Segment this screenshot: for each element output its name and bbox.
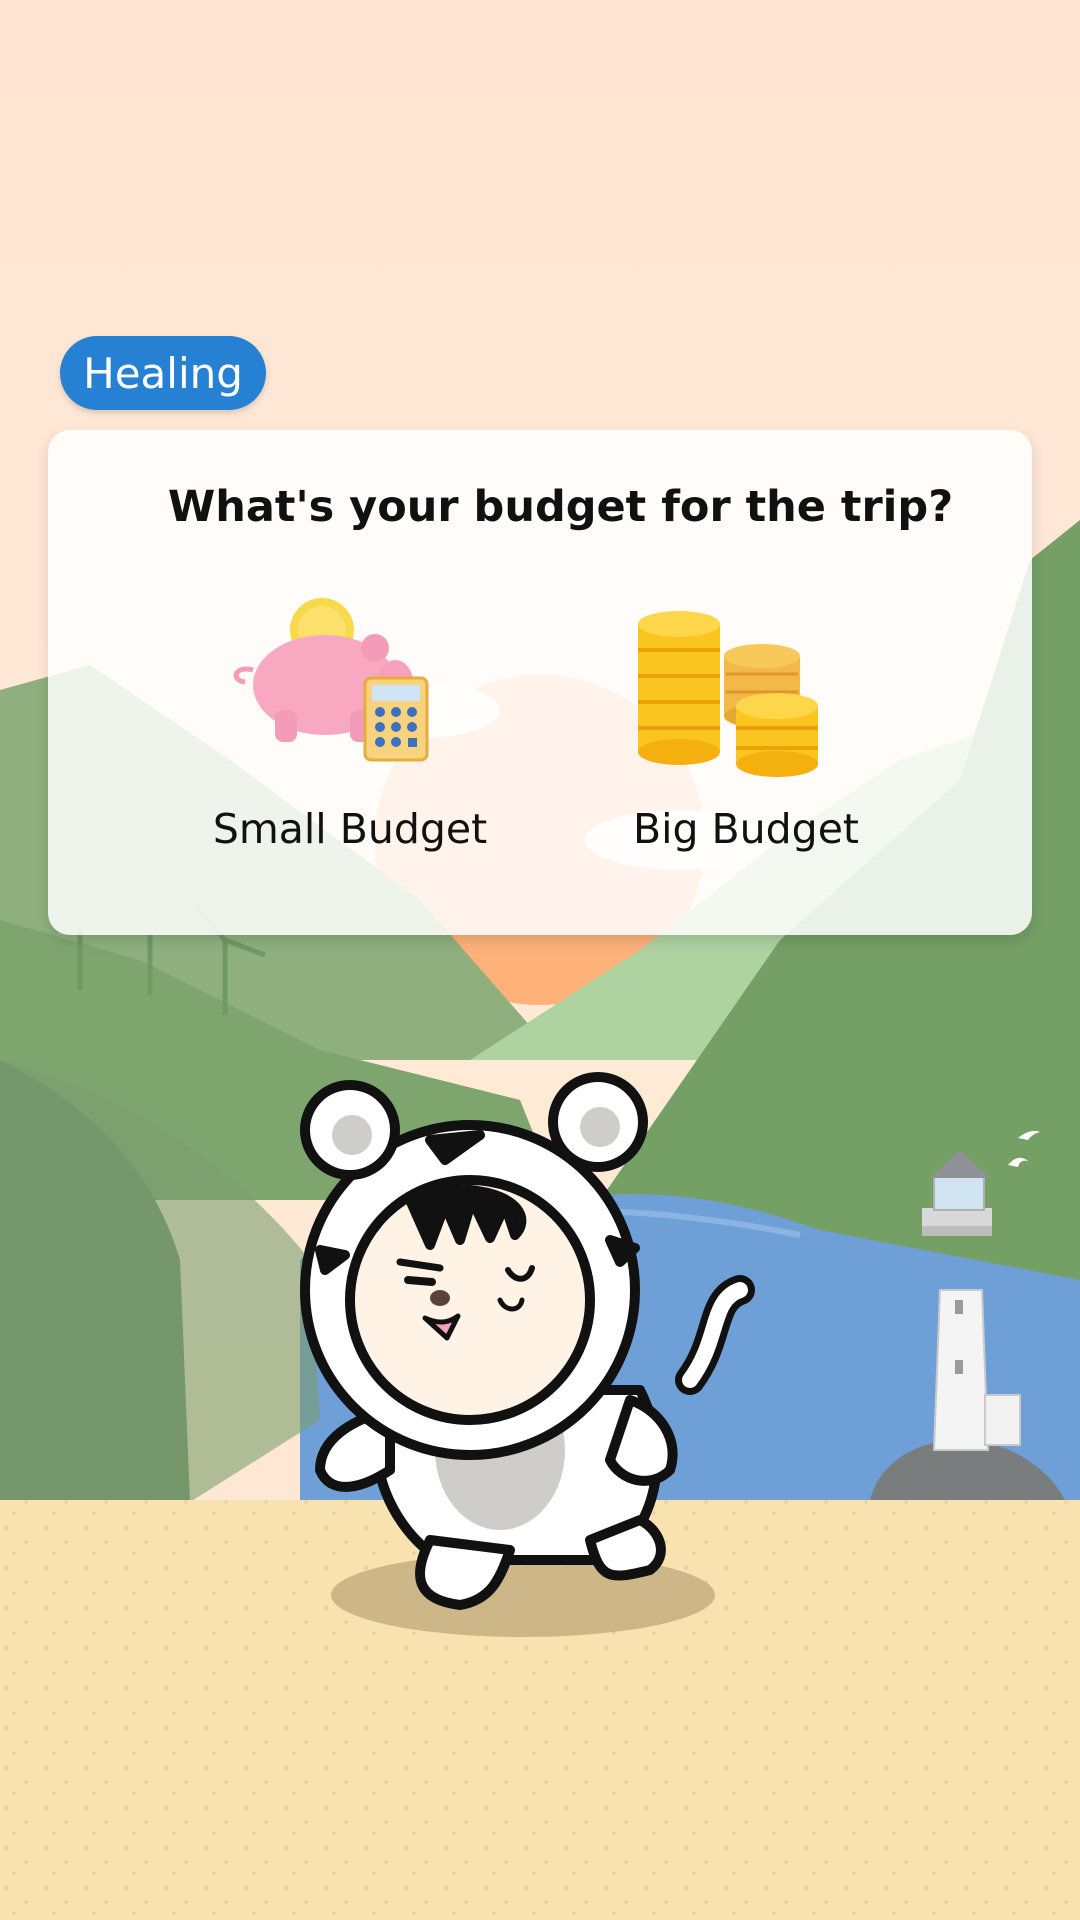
- question-title: What's your budget for the trip?: [167, 482, 954, 532]
- background-scene: [0, 0, 1080, 1920]
- gold-coins-icon: [638, 611, 818, 777]
- big-budget-label: Big Budget: [632, 805, 860, 853]
- big-budget-option[interactable]: Big Budget: [586, 590, 906, 900]
- category-tag: Healing: [60, 336, 266, 410]
- small-budget-label: Small Budget: [212, 805, 488, 853]
- question-card: What's your budget for the trip? Small B…: [48, 430, 1032, 935]
- small-budget-option[interactable]: Small Budget: [190, 590, 510, 900]
- piggy-bank-calculator-icon: [233, 598, 429, 762]
